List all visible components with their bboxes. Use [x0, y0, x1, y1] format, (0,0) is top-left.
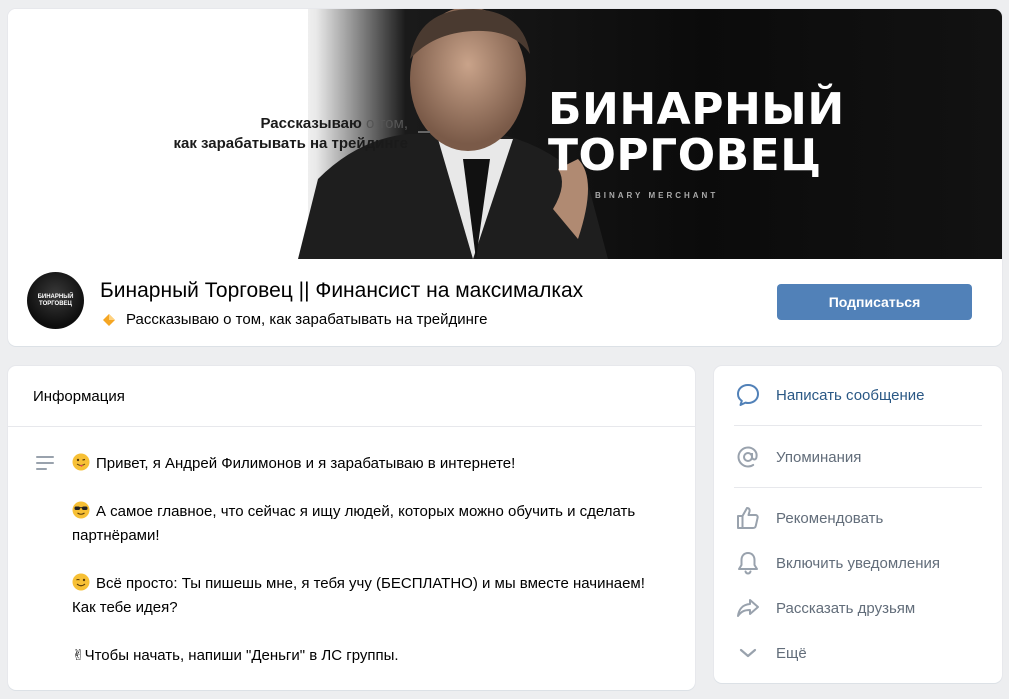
chevron-down-icon [734, 639, 762, 667]
action-recommend-label: Рекомендовать [776, 509, 884, 527]
action-send-message[interactable]: Написать сообщение [714, 375, 1002, 415]
diamond-icon [103, 313, 115, 326]
cover-tagline-bold-1: Рассказываю [260, 115, 362, 132]
info-paragraph-4: ✌Чтобы начать, напиши "Деньги" в ЛС груп… [72, 644, 672, 668]
thumbs-up-icon [734, 504, 762, 532]
cover-tagline-light-1: о том, [361, 115, 408, 132]
action-send-message-label: Написать сообщение [776, 386, 925, 404]
info-card: Информация Привет, я Андрей Филимонов и … [8, 366, 695, 690]
info-paragraph-1: Привет, я Андрей Филимонов и я зарабатыв… [72, 452, 672, 476]
cover-dash [418, 131, 430, 133]
action-recommend[interactable]: Рекомендовать [714, 498, 1002, 538]
actions-divider [734, 425, 982, 426]
bell-icon [734, 549, 762, 577]
action-mentions-label: Упоминания [776, 448, 862, 466]
avatar-text: БИНАРНЫЙ ТОРГОВЕЦ [37, 294, 74, 307]
group-title: Бинарный Торговец || Финансист на максим… [100, 279, 584, 302]
action-more[interactable]: Ещё [714, 633, 1002, 673]
action-more-label: Ещё [776, 644, 807, 662]
info-paragraph-4-text: ✌Чтобы начать, напиши "Деньги" в ЛС груп… [72, 647, 399, 664]
info-paragraph-1-text: Привет, я Андрей Филимонов и я зарабатыв… [96, 455, 516, 472]
info-title: Информация [33, 388, 125, 405]
info-paragraph-2: А самое главное, что сейчас я ищу людей,… [72, 500, 672, 548]
at-icon [734, 443, 762, 471]
lines-icon [36, 456, 54, 470]
subscribe-button[interactable]: Подписаться [777, 284, 972, 320]
cover-tagline: Рассказываю о том, как зарабатывать на т… [108, 114, 408, 154]
action-share-label: Рассказать друзьям [776, 599, 916, 617]
actions-card: Написать сообщение Упоминания Рекомендов… [714, 366, 1002, 683]
share-arrow-icon [734, 594, 762, 622]
chat-bubble-icon [734, 381, 762, 409]
cover-subtitle: BINARY MERCHANT [595, 191, 719, 200]
cover-tagline-bold-2: как зарабатывать на трейдинге [173, 135, 408, 152]
group-status-text: Рассказываю о том, как зарабатывать на т… [126, 311, 488, 328]
cover-image: Рассказываю о том, как зарабатывать на т… [8, 9, 1002, 259]
action-share[interactable]: Рассказать друзьям [714, 588, 1002, 628]
sunglasses-emoji-icon [72, 501, 90, 519]
group-avatar[interactable]: БИНАРНЫЙ ТОРГОВЕЦ [27, 272, 84, 329]
action-enable-notifications[interactable]: Включить уведомления [714, 543, 1002, 583]
group-header-card: Рассказываю о том, как зарабатывать на т… [8, 9, 1002, 346]
winking-tongue-emoji-icon [72, 453, 90, 471]
cover-title-line-2: ТОРГОВЕЦ [548, 130, 822, 181]
actions-divider [734, 487, 982, 488]
info-paragraph-3-text: Всё просто: Ты пишешь мне, я тебя учу (Б… [72, 575, 645, 616]
group-status: Рассказываю о том, как зарабатывать на т… [103, 311, 487, 328]
cover-title-line-1: БИНАРНЫЙ [548, 84, 845, 135]
action-mentions[interactable]: Упоминания [714, 437, 1002, 477]
action-enable-notifications-label: Включить уведомления [776, 554, 941, 572]
info-paragraph-2-text: А самое главное, что сейчас я ищу людей,… [72, 503, 636, 544]
info-paragraph-3: Всё просто: Ты пишешь мне, я тебя учу (Б… [72, 572, 672, 620]
cover-title: БИНАРНЫЙ ТОРГОВЕЦ [548, 87, 845, 179]
info-divider [8, 426, 695, 427]
wink-emoji-icon [72, 573, 90, 591]
